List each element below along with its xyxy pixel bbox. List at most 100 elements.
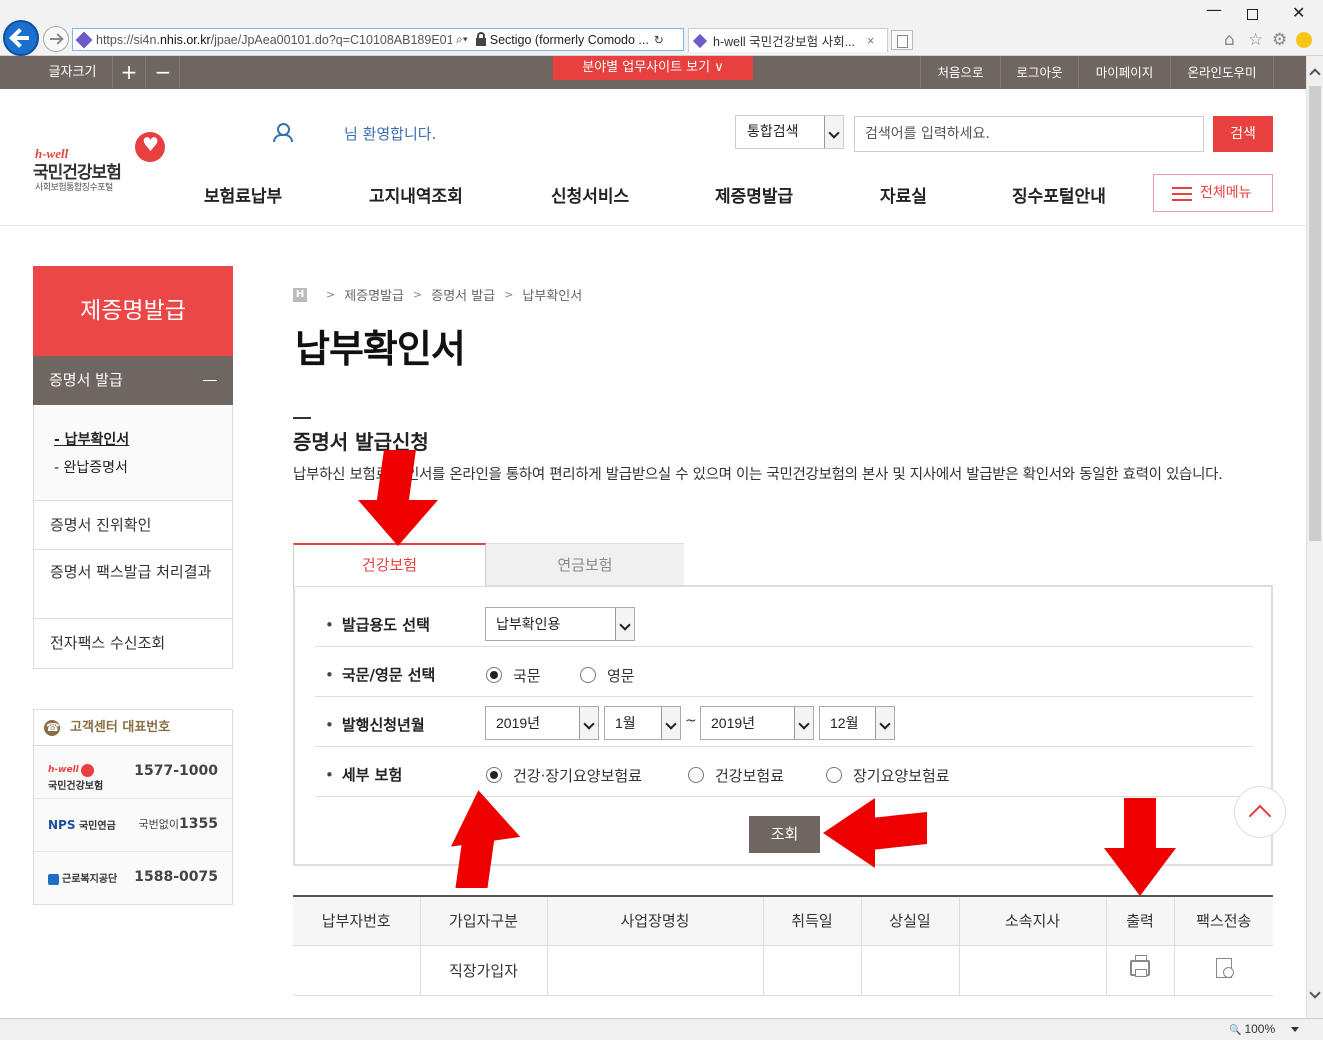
col-branch: 소속지사	[958, 895, 1106, 946]
chevron-down-icon[interactable]	[875, 707, 894, 739]
year-to-select[interactable]: 2019년	[700, 706, 814, 740]
radio-health[interactable]: 건강보험료	[688, 765, 784, 786]
search-input[interactable]	[854, 116, 1204, 152]
scroll-up-icon[interactable]	[1309, 68, 1321, 80]
table-row: 직장가입자	[293, 945, 1273, 996]
result-table: 납부자번호 가입자구분 사업장명칭 취득일 상실일 소속지사 출력 팩스전송 직…	[293, 895, 1273, 996]
lnb-item-fax-result[interactable]: 증명서 팩스발급 처리결과	[34, 550, 232, 619]
search-scope-select[interactable]: 통합검색	[735, 115, 844, 149]
all-menu-button[interactable]: 전체메뉴	[1153, 174, 1273, 212]
month-from-select[interactable]: 1월	[604, 706, 681, 740]
address-bar[interactable]: https://si4n.nhis.or.kr/jpae/JpAea00101.…	[72, 28, 684, 51]
site-logo[interactable]: h-well 국민건강보험 사회보험통합징수포털	[33, 130, 173, 200]
cs-number: 국번없이1355	[138, 816, 218, 832]
tab-close-icon[interactable]: ×	[867, 34, 874, 48]
font-size-label: 글자크기	[33, 56, 113, 89]
purpose-select[interactable]: 납부확인용	[485, 607, 635, 641]
user-icon	[272, 123, 293, 142]
gnb-notice-inquiry[interactable]: 고지내역조회	[369, 182, 463, 207]
browser-chrome: https://si4n.nhis.or.kr/jpae/JpAea00101.…	[0, 0, 1323, 56]
gnb-application-service[interactable]: 신청서비스	[551, 182, 629, 207]
lnb-item-authenticity-check[interactable]: 증명서 진위확인	[34, 501, 232, 550]
cell-acquired	[762, 945, 861, 996]
search-button[interactable]: 검색	[1213, 116, 1273, 152]
font-size-minus-button[interactable]: −	[147, 56, 180, 89]
back-button[interactable]	[3, 20, 39, 56]
tab-health-insurance[interactable]: 건강보험	[293, 543, 486, 586]
query-button[interactable]: 조회	[749, 816, 820, 853]
favorites-star-icon[interactable]: ☆	[1248, 30, 1263, 50]
zoom-dropdown-icon[interactable]	[1291, 1027, 1299, 1032]
maximize-icon[interactable]	[1247, 9, 1258, 20]
font-size-plus-button[interactable]: +	[113, 56, 146, 89]
chevron-down-icon[interactable]	[794, 707, 813, 739]
breadcrumb: H > 제증명발급 > 증명서 발급 > 납부확인서	[293, 285, 582, 304]
forward-button[interactable]	[43, 26, 69, 52]
site-link-dropdown[interactable]: 분야별 업무사이트 보기 ∨	[553, 56, 753, 80]
refresh-icon[interactable]: ↻	[654, 33, 664, 47]
lnb-item-payment-confirmation[interactable]: - 납부확인서	[54, 429, 232, 457]
year-from-select[interactable]: 2019년	[485, 706, 599, 740]
print-icon[interactable]	[1130, 955, 1150, 977]
online-help-link[interactable]: 온라인도우미	[1170, 56, 1274, 89]
scroll-down-icon[interactable]	[1309, 987, 1321, 999]
feedback-smile-icon[interactable]	[1296, 32, 1312, 48]
scrollbar-thumb[interactable]	[1309, 86, 1321, 541]
form-row-purpose: 발급용도 선택 납부확인용	[315, 597, 1253, 647]
radio-english[interactable]: 영문	[580, 665, 635, 686]
zoom-level[interactable]: 100%	[1229, 1022, 1275, 1036]
new-tab-button[interactable]	[891, 30, 913, 50]
comwel-logo: 근로복지공단	[48, 870, 117, 885]
gear-icon[interactable]: ⚙	[1272, 30, 1287, 50]
month-to-select[interactable]: 12월	[819, 706, 895, 740]
gnb-portal-guide[interactable]: 징수포털안내	[1012, 182, 1106, 207]
logo-subtitle: 사회보험통합징수포털	[35, 183, 113, 193]
col-member-type: 가입자구분	[419, 895, 547, 946]
home-link[interactable]: 처음으로	[920, 56, 1000, 89]
lock-icon[interactable]	[475, 31, 486, 46]
col-payer-no: 납부자번호	[293, 895, 420, 946]
range-separator: ~	[685, 713, 697, 729]
scroll-top-button[interactable]	[1234, 786, 1286, 838]
mypage-link[interactable]: 마이페이지	[1078, 56, 1170, 89]
gnb-premium-payment[interactable]: 보험료납부	[204, 182, 282, 207]
search-dropdown-icon[interactable]: ⌕▾	[456, 32, 468, 47]
vertical-scrollbar[interactable]	[1306, 56, 1323, 1018]
cell-lost	[860, 945, 959, 996]
logout-link[interactable]: 로그아웃	[1000, 56, 1078, 89]
minimize-icon[interactable]: —	[1206, 0, 1222, 19]
site-link-label: 분야별 업무사이트 보기	[582, 60, 711, 75]
gnb-certificate-issue[interactable]: 제증명발급	[715, 182, 793, 207]
lnb-item-full-payment-certificate[interactable]: - 완납증명서	[54, 457, 232, 485]
chevron-down-icon[interactable]	[824, 116, 843, 148]
certificate-label[interactable]: Sectigo (formerly Comodo ...	[490, 33, 650, 47]
language-label: 국문/영문 선택	[325, 664, 436, 685]
site-favicon-icon	[75, 31, 93, 48]
form-row-period: 발행신청년월 2019년 1월 ~ 2019년 12월	[315, 697, 1253, 747]
breadcrumb-item[interactable]: 제증명발급	[344, 285, 404, 304]
cs-row-nhis: h-well 국민건강보험 1577-1000	[34, 746, 232, 799]
window-close-icon[interactable]: ✕	[1292, 3, 1305, 22]
url-text[interactable]: https://si4n.nhis.or.kr/jpae/JpAea00101.…	[96, 33, 452, 47]
col-print: 출력	[1105, 895, 1174, 946]
form-row-language: 국문/영문 선택 국문 영문	[315, 647, 1253, 697]
gnb-library[interactable]: 자료실	[880, 182, 927, 207]
chevron-down-icon[interactable]	[615, 608, 634, 640]
fax-send-icon[interactable]	[1215, 958, 1234, 978]
lnb-item-efax-inquiry[interactable]: 전자팩스 수신조회	[34, 619, 232, 668]
home-icon[interactable]: H	[293, 287, 307, 302]
tab-pension-insurance[interactable]: 연금보험	[486, 543, 684, 585]
radio-ltc[interactable]: 장기요양보험료	[826, 765, 950, 786]
lnb-section-certificate-issue[interactable]: 증명서 발급	[33, 356, 233, 405]
detail-label: 세부 보험	[325, 764, 402, 785]
radio-korean[interactable]: 국문	[486, 665, 541, 686]
browser-tab[interactable]: h-well 국민건강보험 사회... ×	[688, 28, 888, 52]
chevron-down-icon[interactable]	[661, 707, 680, 739]
section-title-bar	[293, 417, 311, 419]
radio-health-ltc[interactable]: 건강·장기요양보험료	[486, 765, 642, 786]
home-icon[interactable]: ⌂	[1224, 30, 1235, 50]
cell-print	[1105, 945, 1174, 996]
chevron-down-icon[interactable]	[579, 707, 598, 739]
collapse-icon[interactable]	[203, 380, 217, 381]
breadcrumb-item[interactable]: 증명서 발급	[431, 285, 495, 304]
